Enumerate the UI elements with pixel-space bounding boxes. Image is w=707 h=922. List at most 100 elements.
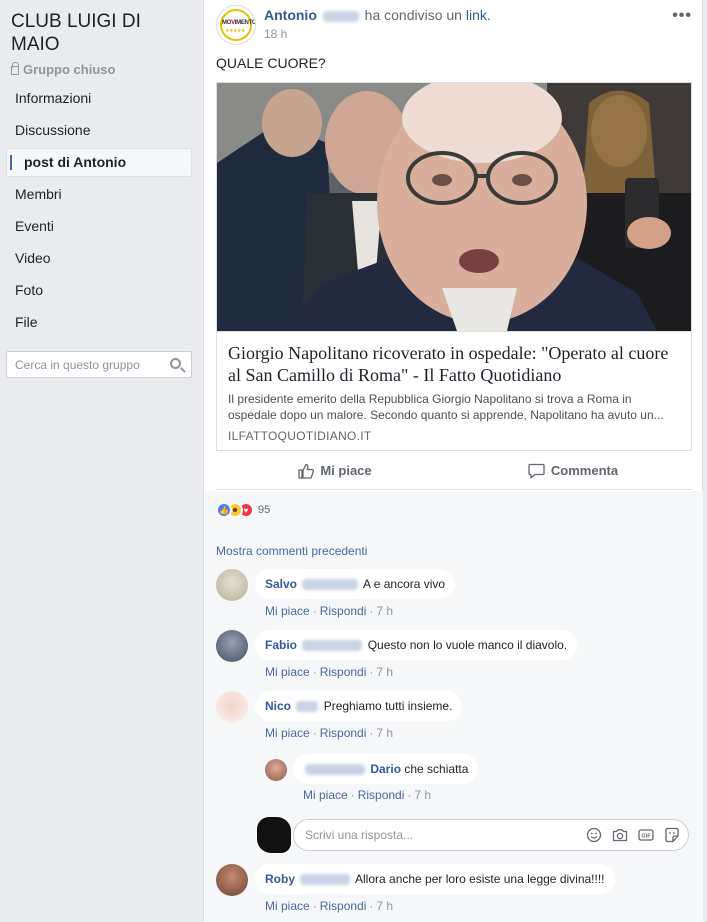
commenter-name[interactable]: Dario — [370, 762, 401, 776]
news-photo — [217, 83, 691, 331]
comment-time[interactable]: 7 h — [414, 788, 431, 802]
lock-icon — [11, 62, 19, 75]
comment-like-link[interactable]: Mi piace — [265, 604, 310, 618]
comment-like-link[interactable]: Mi piace — [265, 899, 310, 913]
comment-time[interactable]: 7 h — [376, 604, 393, 618]
reactions-count[interactable]: 95 — [258, 504, 270, 516]
redacted-surname — [296, 701, 319, 713]
group-sidebar: CLUB LUIGI DI MAIO Gruppo chiuso Informa… — [0, 0, 200, 922]
comment-text: Questo non lo vuole manco il diavolo. — [367, 638, 568, 652]
comment-reply-link[interactable]: Rispondi — [358, 788, 405, 802]
comment-text: A e ancora vivo — [363, 577, 446, 591]
commenter-avatar[interactable] — [265, 759, 287, 781]
link-domain: ILFATTOQUOTIDIANO.IT — [228, 429, 372, 443]
comment-reply-link[interactable]: Rispondi — [320, 899, 367, 913]
nav-item-foto[interactable]: Foto — [6, 276, 192, 305]
comment-meta: Mi piace · Rispondi · 7 h — [303, 788, 431, 802]
commenter-avatar[interactable] — [216, 691, 248, 723]
commenter-name[interactable]: Roby — [265, 872, 295, 886]
group-search-input[interactable] — [7, 352, 157, 377]
separator: · — [407, 788, 412, 802]
share-action-text: ha condiviso un — [364, 7, 462, 23]
post-header: MOVIMENTO ★★★★★ Antonio ha condiviso un … — [216, 5, 696, 45]
post-actions: Mi piace Commenta — [216, 452, 692, 490]
commenter-name[interactable]: Nico — [265, 699, 291, 713]
separator: · — [369, 899, 374, 913]
comment-time[interactable]: 7 h — [376, 726, 393, 740]
comment-text: che schiatta — [404, 762, 469, 776]
link-preview-image[interactable] — [217, 83, 691, 331]
comment-reply-link[interactable]: Rispondi — [320, 665, 367, 679]
nav-item-eventi[interactable]: Eventi — [6, 212, 192, 241]
post-text: QUALE CUORE? — [216, 55, 326, 71]
comment-button[interactable]: Commenta — [454, 452, 692, 489]
reactions-summary[interactable]: 👍 ☻ ♥ 95 — [216, 502, 270, 518]
comment-time[interactable]: 7 h — [376, 899, 393, 913]
comment-bubble: Roby Allora anche per loro esiste una le… — [255, 864, 615, 894]
separator: · — [350, 788, 355, 802]
author-avatar[interactable]: MOVIMENTO ★★★★★ — [216, 5, 256, 45]
group-nav: Informazioni Discussione post di Antonio… — [6, 84, 192, 340]
star-icons: ★★★★★ — [225, 28, 245, 34]
redacted-surname — [302, 579, 359, 591]
commenter-avatar[interactable] — [216, 864, 248, 896]
comment-bubble: Fabio Questo non lo vuole manco il diavo… — [255, 630, 578, 660]
commenter-name[interactable]: Fabio — [265, 638, 297, 652]
comment-bubble: Dario che schiatta — [293, 754, 479, 784]
speech-bubble-icon — [528, 463, 545, 478]
show-previous-comments-link[interactable]: Mostra commenti precedenti — [216, 544, 367, 558]
nav-item-discussione[interactable]: Discussione — [6, 116, 192, 145]
author-name[interactable]: Antonio — [264, 7, 317, 23]
comment-like-link[interactable]: Mi piace — [303, 788, 348, 802]
post-timestamp[interactable]: 18 h — [264, 27, 287, 41]
comment-text: Allora anche per loro esiste una legge d… — [355, 872, 605, 886]
avatar-logo-text: MOVIMENTO — [222, 20, 256, 26]
separator: · — [312, 665, 317, 679]
sticker-icon[interactable] — [664, 827, 680, 843]
group-title[interactable]: CLUB LUIGI DI MAIO — [11, 10, 191, 56]
nav-item-label: post di Antonio — [24, 154, 127, 170]
separator: · — [369, 604, 374, 618]
author-line: Antonio ha condiviso un link. — [264, 7, 491, 23]
comment-bubble: Salvo A e ancora vivo — [255, 569, 456, 599]
comment-like-link[interactable]: Mi piace — [265, 726, 310, 740]
nav-item-membri[interactable]: Membri — [6, 180, 192, 209]
comment-reply-link[interactable]: Rispondi — [320, 604, 367, 618]
link-title[interactable]: Giorgio Napolitano ricoverato in ospedal… — [228, 342, 680, 386]
redacted-surname — [322, 10, 359, 22]
group-search — [6, 351, 192, 378]
svg-text:GIF: GIF — [641, 834, 651, 840]
gif-icon[interactable]: GIF — [638, 827, 654, 843]
group-privacy-label: Gruppo chiuso — [11, 62, 115, 77]
shared-link-word[interactable]: link. — [466, 7, 491, 23]
emoji-icon[interactable] — [586, 827, 602, 843]
separator: · — [312, 899, 317, 913]
group-type-text: Gruppo chiuso — [23, 62, 116, 77]
commenter-name[interactable]: Salvo — [265, 577, 297, 591]
like-button[interactable]: Mi piace — [216, 452, 454, 489]
nav-item-informazioni[interactable]: Informazioni — [6, 84, 192, 113]
comment-meta: Mi piace · Rispondi · 7 h — [265, 726, 393, 740]
link-preview[interactable]: Giorgio Napolitano ricoverato in ospedal… — [216, 82, 692, 451]
nav-item-file[interactable]: File — [6, 308, 192, 337]
reply-tools: GIF — [586, 827, 680, 843]
more-options-icon[interactable]: ••• — [672, 7, 692, 25]
commenter-avatar[interactable] — [216, 630, 248, 662]
comment-meta: Mi piace · Rispondi · 7 h — [265, 604, 393, 618]
separator: · — [312, 604, 317, 618]
reply-input-wrapper: GIF — [293, 819, 689, 851]
link-preview-body[interactable]: Giorgio Napolitano ricoverato in ospedal… — [217, 331, 691, 450]
separator: · — [312, 726, 317, 740]
reply-input[interactable] — [294, 820, 554, 850]
commenter-avatar[interactable] — [216, 569, 248, 601]
camera-icon[interactable] — [612, 827, 628, 843]
comment-meta: Mi piace · Rispondi · 7 h — [265, 899, 393, 913]
comment-like-link[interactable]: Mi piace — [265, 665, 310, 679]
search-icon[interactable] — [170, 358, 181, 369]
redacted-first-name — [305, 764, 365, 776]
nav-item-video[interactable]: Video — [6, 244, 192, 273]
comment-reply-link[interactable]: Rispondi — [320, 726, 367, 740]
comment-time[interactable]: 7 h — [376, 665, 393, 679]
reply-composer: GIF — [257, 817, 691, 853]
nav-item-post-di-antonio[interactable]: post di Antonio — [6, 148, 192, 177]
